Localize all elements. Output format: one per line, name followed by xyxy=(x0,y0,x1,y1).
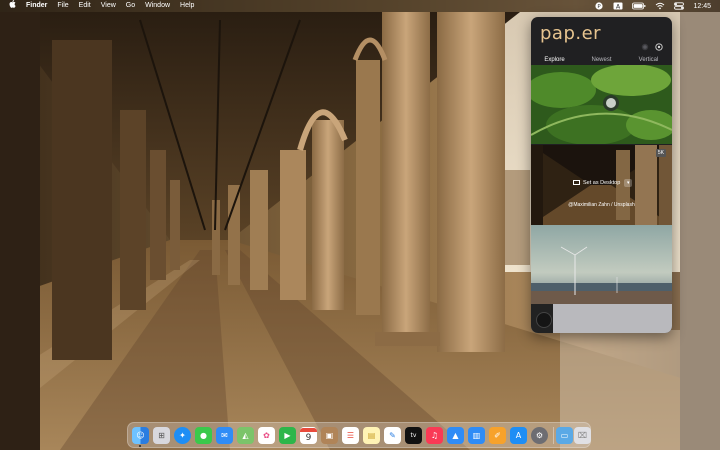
input-source-icon[interactable]: A xyxy=(613,2,623,10)
photo-credit[interactable]: @Maximilian Zahn / Unsplash xyxy=(531,202,672,208)
downloads-icon[interactable]: ▭ xyxy=(556,427,573,444)
wifi-icon[interactable] xyxy=(655,2,665,10)
menu-help[interactable]: Help xyxy=(180,0,194,12)
monitor-icon xyxy=(573,180,580,185)
app-store-icon[interactable]: A xyxy=(510,427,527,444)
leaf-photo[interactable] xyxy=(531,65,672,144)
arcade-photo[interactable]: 5K Set as Desktop ▾ @Maximilian Zahn / U… xyxy=(531,145,672,225)
reminders-icon[interactable]: ☰ xyxy=(342,427,359,444)
contacts-icon[interactable]: ▣ xyxy=(321,427,338,444)
menu-view[interactable]: View xyxy=(101,0,116,12)
menu-bar: Finder File Edit View Go Window Help P A… xyxy=(0,0,720,12)
paper-logo: pap.er xyxy=(540,23,602,44)
dock-separator xyxy=(553,427,554,444)
menu-go[interactable]: Go xyxy=(126,0,135,12)
apple-icon[interactable] xyxy=(9,0,18,12)
paper-app-panel: pap.er Explore Newest Vertical 5K Set as… xyxy=(531,17,672,333)
menu-app-name[interactable]: Finder xyxy=(26,0,47,12)
launchpad-icon[interactable]: ⊞ xyxy=(153,427,170,444)
music-icon[interactable]: ♫ xyxy=(426,427,443,444)
resolution-badge: 5K xyxy=(655,149,666,157)
mail-icon[interactable]: ✉ xyxy=(216,427,233,444)
system-preferences-icon[interactable]: ⚙ xyxy=(531,427,548,444)
tv-icon[interactable]: tv xyxy=(405,427,422,444)
menu-edit[interactable]: Edit xyxy=(79,0,91,12)
safari-icon[interactable]: ✦ xyxy=(174,427,191,444)
running-indicator xyxy=(139,445,141,447)
dock: ☺ ⊞ ✦ ● ✉ ◭ ✿ ▶ 9 ▣ ☰ ▤ ✎ tv ♫ ▲ ▥ ✐ A ⚙… xyxy=(127,422,591,448)
notes-icon[interactable]: ▤ xyxy=(363,427,380,444)
trash-icon[interactable]: ⌧ xyxy=(574,427,591,444)
wind-turbine-photo[interactable] xyxy=(531,225,672,304)
finder-icon[interactable]: ☺ xyxy=(132,427,149,444)
snow-photo[interactable] xyxy=(531,304,672,333)
menu-window[interactable]: Window xyxy=(145,0,170,12)
set-as-desktop-label: Set as Desktop xyxy=(583,179,621,186)
facetime-icon[interactable]: ▶ xyxy=(279,427,296,444)
download-icon[interactable] xyxy=(536,312,552,328)
settings-gear-icon[interactable] xyxy=(655,38,663,51)
calendar-icon[interactable]: 9 xyxy=(300,427,317,444)
pages-icon[interactable]: ✐ xyxy=(489,427,506,444)
chevron-down-icon[interactable]: ▾ xyxy=(624,178,633,187)
menu-file[interactable]: File xyxy=(57,0,68,12)
messages-icon[interactable]: ● xyxy=(195,427,212,444)
menubar-clock[interactable]: 12:45 xyxy=(693,3,711,10)
record-icon[interactable] xyxy=(641,38,649,51)
paper-icon[interactable]: P xyxy=(595,2,604,10)
podcasts-icon[interactable]: ▲ xyxy=(447,427,464,444)
set-as-desktop-button[interactable]: Set as Desktop ▾ xyxy=(573,177,633,188)
control-center-icon[interactable] xyxy=(674,2,685,10)
photos-icon[interactable]: ✿ xyxy=(258,427,275,444)
maps-icon[interactable]: ◭ xyxy=(237,427,254,444)
calendar-day: 9 xyxy=(305,432,312,443)
battery-icon[interactable] xyxy=(632,2,646,10)
keynote-icon[interactable]: ▥ xyxy=(468,427,485,444)
freeform-icon[interactable]: ✎ xyxy=(384,427,401,444)
